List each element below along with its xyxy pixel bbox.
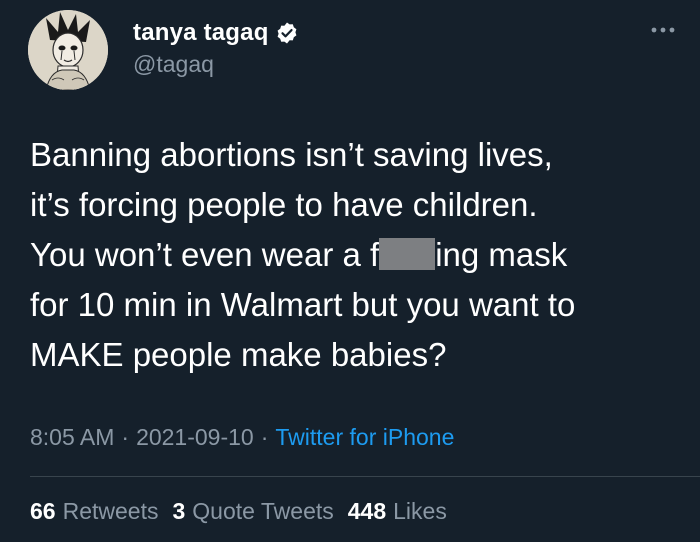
- author-handle[interactable]: @tagaq: [133, 51, 299, 78]
- tweet-source-link[interactable]: Twitter for iPhone: [275, 424, 454, 451]
- tweet-card: tanya tagaq @tagaq Banning abortions isn…: [0, 0, 700, 542]
- quote-tweets-count: 3: [172, 498, 186, 524]
- tweet-time[interactable]: 8:05 AM: [30, 424, 114, 451]
- retweets-count: 66: [30, 498, 56, 524]
- avatar[interactable]: [28, 10, 108, 90]
- more-options-icon[interactable]: [648, 20, 678, 40]
- meta-separator: ·: [260, 424, 269, 450]
- tweet-line-3-end: ing mask: [435, 236, 568, 273]
- author-names: tanya tagaq @tagaq: [133, 18, 299, 78]
- tweet-stats: 66 Retweets 3 Quote Tweets 448 Likes: [30, 498, 461, 525]
- display-name[interactable]: tanya tagaq: [133, 19, 269, 47]
- quote-tweets-label: Quote Tweets: [192, 498, 334, 524]
- likes-stat[interactable]: 448 Likes: [348, 498, 447, 525]
- display-name-row: tanya tagaq: [133, 18, 299, 48]
- tweet-meta: 8:05 AM · 2021-09-10 · Twitter for iPhon…: [30, 424, 454, 451]
- censor-block: [379, 238, 436, 270]
- tweet-line-4: for 10 min in Walmart but you want to: [30, 286, 576, 323]
- tweet-header: tanya tagaq @tagaq: [28, 10, 678, 90]
- meta-separator: ·: [121, 424, 130, 450]
- likes-count: 448: [347, 498, 387, 524]
- retweets-label: Retweets: [62, 498, 159, 524]
- tweet-date[interactable]: 2021-09-10: [136, 424, 254, 451]
- verified-badge-icon: [275, 21, 299, 45]
- likes-label: Likes: [393, 498, 447, 524]
- avatar-illustration: [28, 10, 108, 90]
- tweet-line-1: Banning abortions isn’t saving lives,: [30, 136, 553, 173]
- retweets-stat[interactable]: 66 Retweets: [30, 498, 158, 525]
- tweet-line-5: MAKE people make babies?: [30, 336, 447, 373]
- quote-tweets-stat[interactable]: 3 Quote Tweets: [172, 498, 333, 525]
- tweet-line-2: it’s forcing people to have children.: [30, 186, 538, 223]
- divider: [30, 476, 700, 477]
- tweet-text: Banning abortions isn’t saving lives, it…: [30, 130, 680, 380]
- tweet-line-3-start: You won’t even wear a f: [30, 236, 380, 273]
